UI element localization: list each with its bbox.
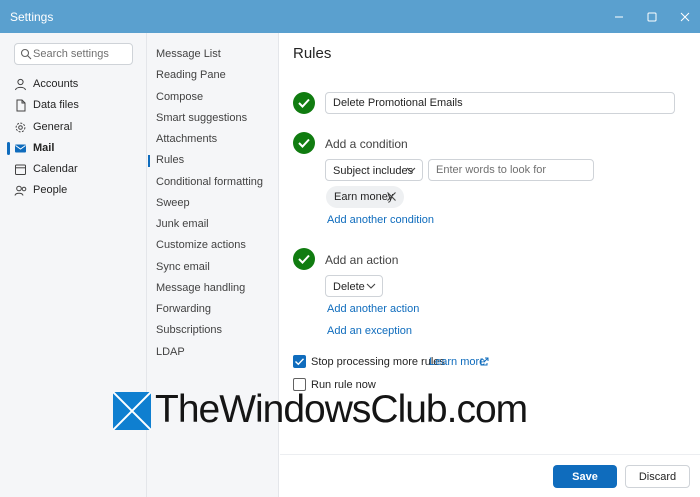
action-heading: Add an action (325, 253, 399, 267)
category-data-files[interactable]: Data files (0, 95, 146, 116)
section-label: Conditional formatting (156, 176, 264, 188)
search-box[interactable] (14, 43, 133, 65)
dialog-footer: Save Discard (280, 454, 700, 497)
dropdown-value: Subject includes (333, 165, 414, 177)
dismiss-icon (387, 192, 396, 201)
condition-keyword-chip: Earn money (326, 186, 404, 208)
minimize-icon (615, 16, 623, 18)
condition-field-dropdown[interactable]: Subject includes (325, 159, 423, 181)
section-label: LDAP (156, 346, 185, 358)
section-compose[interactable]: Compose (147, 87, 278, 108)
section-label: Message handling (156, 282, 246, 294)
section-customize-actions[interactable]: Customize actions (147, 235, 278, 256)
section-label: Sync email (156, 261, 210, 273)
category-accounts[interactable]: Accounts (0, 74, 146, 95)
section-smart-suggestions[interactable]: Smart suggestions (147, 108, 278, 129)
chevron-down-icon (366, 283, 376, 289)
step-complete-badge (293, 248, 315, 270)
search-input[interactable] (33, 46, 131, 62)
category-mail[interactable]: Mail (0, 138, 146, 159)
save-button[interactable]: Save (553, 465, 617, 488)
mail-icon (15, 144, 26, 153)
stop-processing-label: Stop processing more rules (311, 356, 445, 368)
close-button[interactable] (674, 6, 696, 28)
open-external-icon (480, 357, 489, 366)
section-label: Forwarding (156, 303, 212, 315)
checkmark-icon (298, 254, 310, 264)
section-label: Junk email (156, 218, 209, 230)
checkmark-icon (298, 98, 310, 108)
close-icon (680, 12, 690, 22)
section-ldap[interactable]: LDAP (147, 342, 278, 363)
section-label: Compose (156, 91, 204, 103)
section-label: Customize actions (156, 239, 246, 251)
section-sweep[interactable]: Sweep (147, 193, 278, 214)
section-label: Message List (156, 48, 221, 60)
condition-words-input[interactable] (428, 159, 594, 181)
minimize-button[interactable] (608, 6, 630, 28)
action-dropdown[interactable]: Delete (325, 275, 383, 297)
watermark-text: TheWindowsClub.com (155, 388, 528, 431)
dropdown-value: Delete (333, 281, 365, 293)
category-label: Mail (33, 142, 55, 154)
section-conditional-formatting[interactable]: Conditional formatting (147, 172, 278, 193)
step-complete-badge (293, 92, 315, 114)
discard-button[interactable]: Discard (625, 465, 690, 488)
category-label: General (33, 121, 73, 133)
calendar-icon (15, 164, 26, 175)
remove-chip-button[interactable] (386, 191, 397, 205)
section-message-list[interactable]: Message List (147, 44, 278, 65)
section-label: Smart suggestions (156, 112, 248, 124)
section-subscriptions[interactable]: Subscriptions (147, 320, 278, 341)
stop-processing-checkbox[interactable] (293, 355, 306, 368)
title-bar: Settings (0, 0, 700, 33)
section-reading-pane[interactable]: Reading Pane (147, 65, 278, 86)
category-label: Calendar (33, 163, 78, 175)
person-icon (15, 78, 26, 91)
section-label: Rules (156, 154, 185, 166)
category-label: People (33, 184, 68, 196)
section-attachments[interactable]: Attachments (147, 129, 278, 150)
section-label: Subscriptions (156, 324, 223, 336)
section-forwarding[interactable]: Forwarding (147, 299, 278, 320)
selection-indicator (148, 155, 150, 167)
add-another-action-link[interactable]: Add another action (327, 303, 419, 315)
section-label: Attachments (156, 133, 218, 145)
category-people[interactable]: People (0, 180, 146, 201)
chevron-down-icon (406, 167, 416, 173)
section-sync-email[interactable]: Sync email (147, 257, 278, 278)
watermark: TheWindowsClub.com (113, 388, 558, 438)
category-general[interactable]: General (0, 117, 146, 138)
category-label: Accounts (33, 78, 79, 90)
category-calendar[interactable]: Calendar (0, 159, 146, 180)
search-icon (20, 48, 32, 60)
learn-more-link[interactable]: Learn more (429, 356, 485, 368)
checkmark-icon (295, 358, 305, 366)
section-message-handling[interactable]: Message handling (147, 278, 278, 299)
gear-icon (15, 122, 26, 133)
document-icon (16, 99, 26, 112)
rule-name-input[interactable] (325, 92, 675, 114)
condition-heading: Add a condition (325, 137, 408, 151)
section-label: Sweep (156, 197, 190, 209)
add-another-condition-link[interactable]: Add another condition (327, 214, 434, 226)
people-icon (14, 185, 27, 196)
window-title: Settings (10, 10, 54, 24)
page-title: Rules (293, 45, 332, 62)
section-label: Reading Pane (156, 69, 226, 81)
selection-indicator (7, 142, 10, 155)
add-exception-link[interactable]: Add an exception (327, 325, 412, 337)
chip-label: Earn money (334, 191, 394, 203)
maximize-icon (647, 12, 657, 22)
category-label: Data files (33, 99, 79, 111)
maximize-button[interactable] (641, 6, 663, 28)
section-junk-email[interactable]: Junk email (147, 214, 278, 235)
step-complete-badge (293, 132, 315, 154)
section-rules[interactable]: Rules (147, 150, 278, 171)
checkmark-icon (298, 138, 310, 148)
windows-logo-icon (113, 392, 151, 430)
